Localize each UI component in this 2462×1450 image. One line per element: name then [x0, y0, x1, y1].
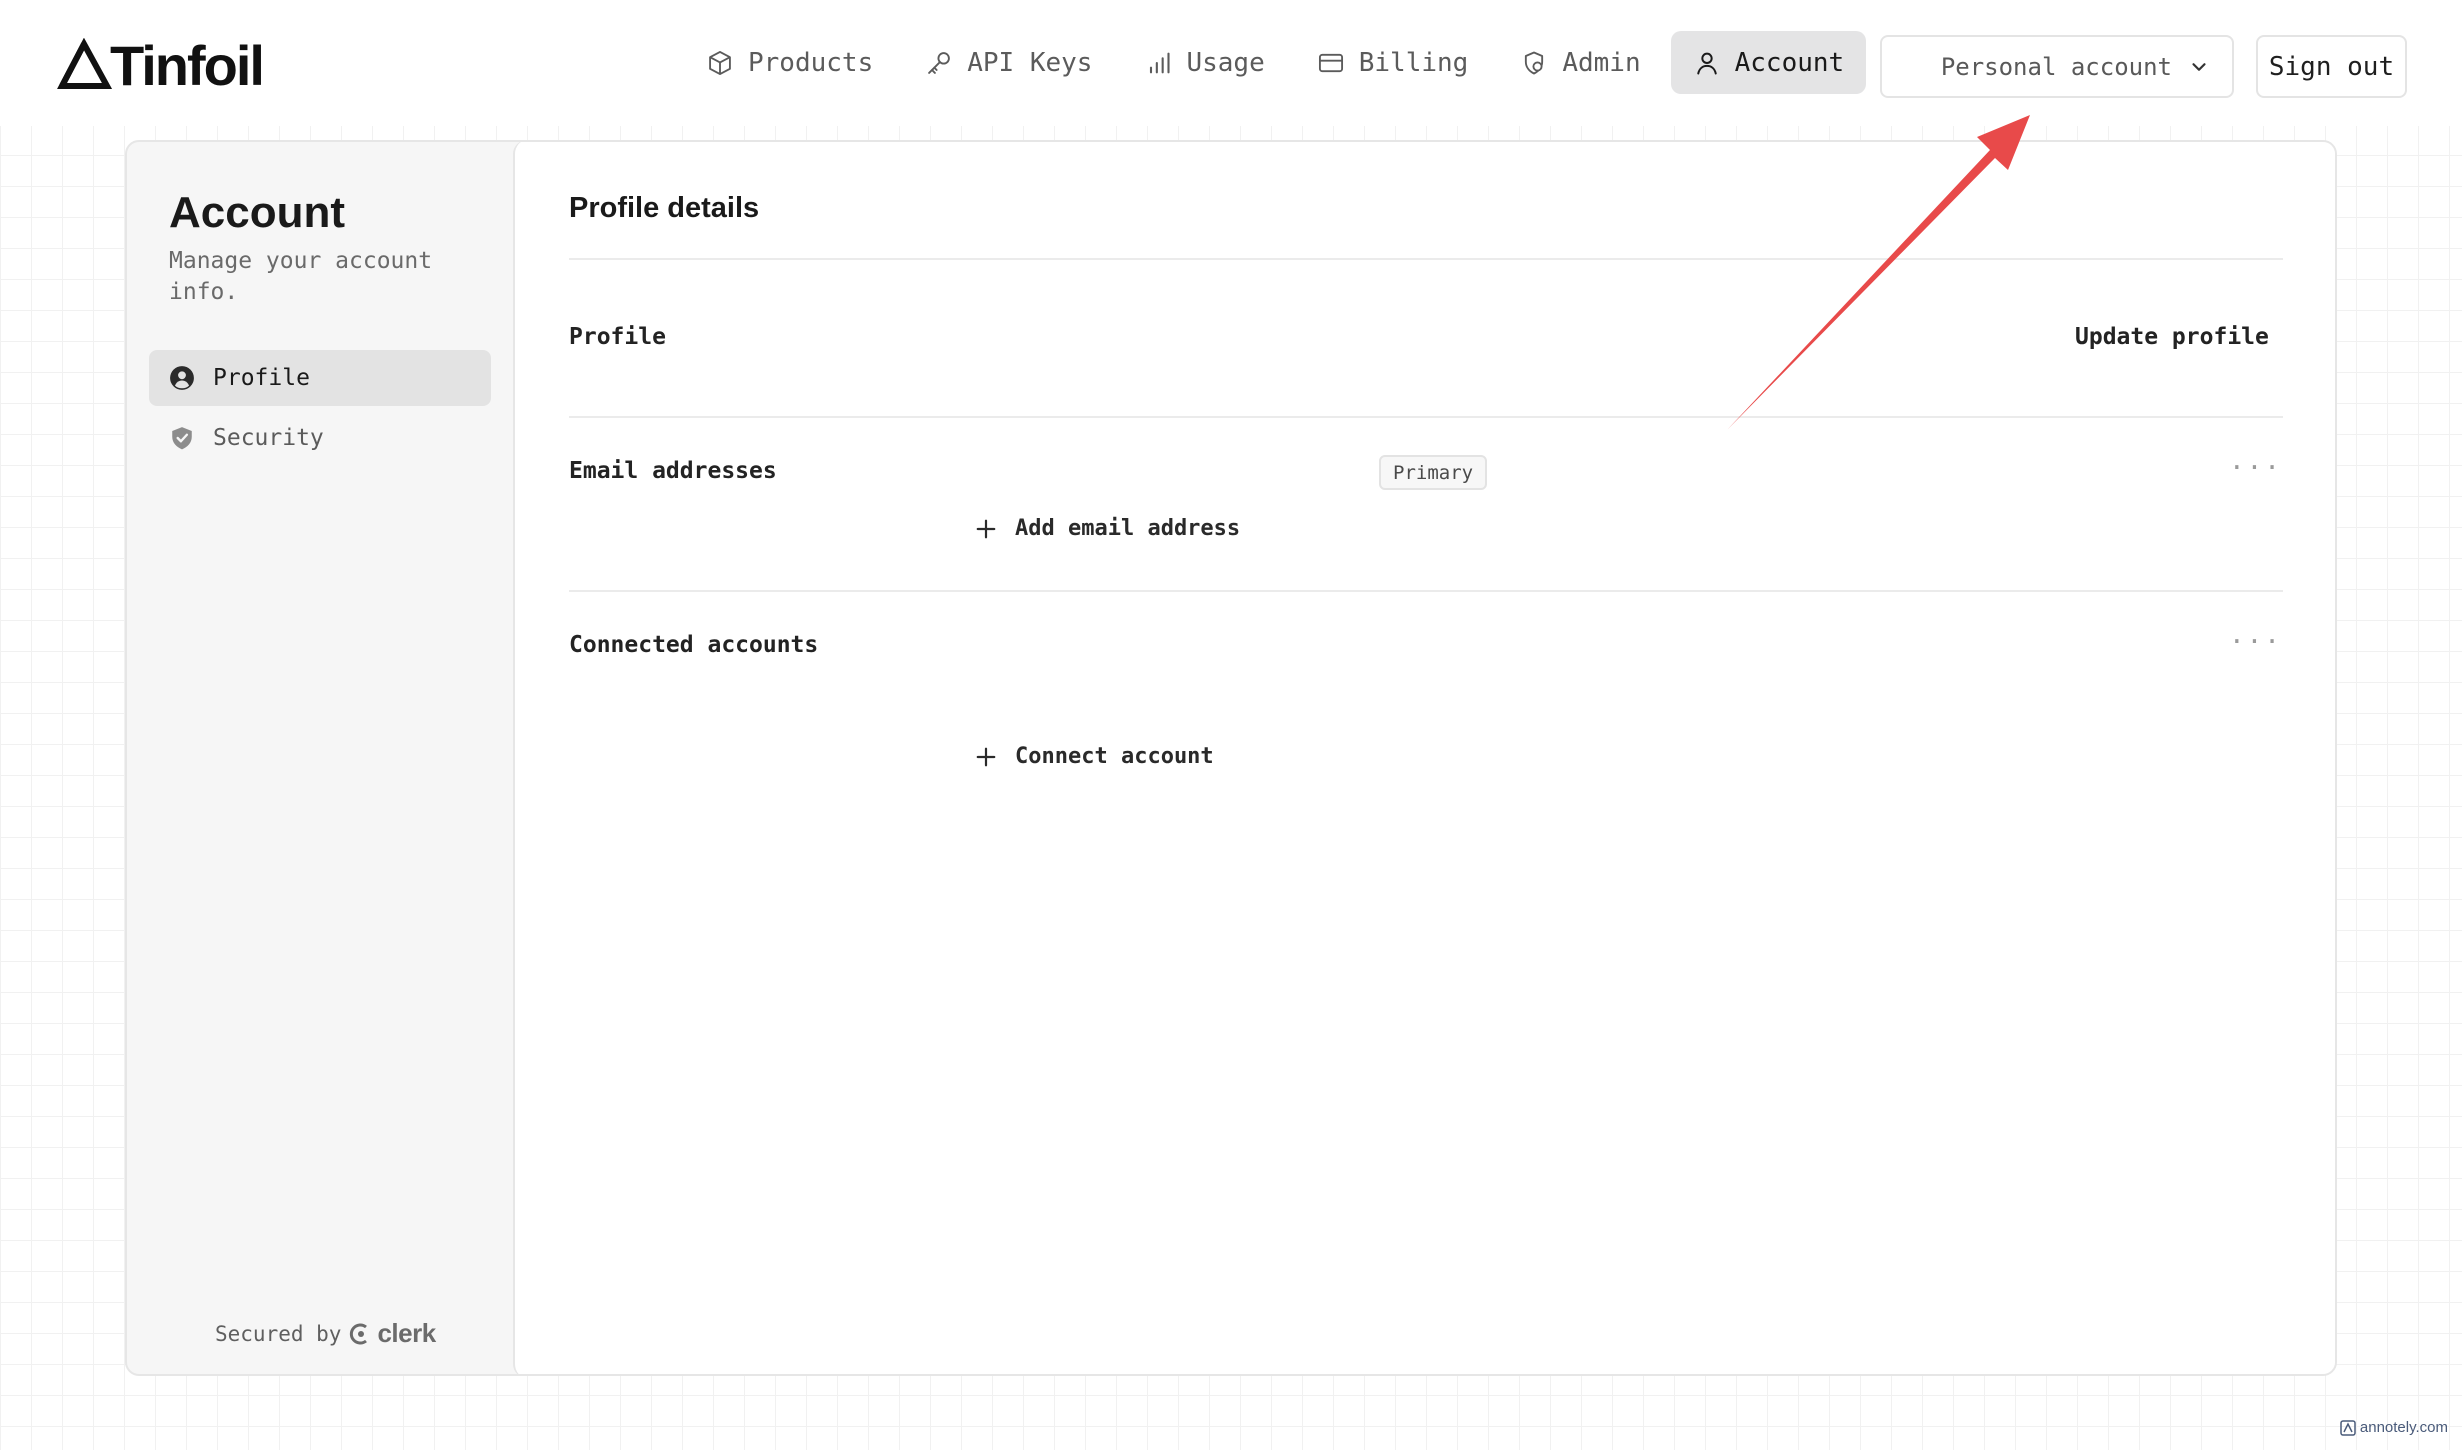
shield-check-icon [172, 427, 192, 450]
nav-products[interactable]: Products [684, 31, 895, 94]
shield-icon [1525, 51, 1544, 74]
brand-name: Tinfoil [110, 34, 265, 97]
account-switcher-value: Personal account [1940, 52, 2172, 81]
sidebar-subtitle: Manage your account info. [169, 248, 433, 305]
tinfoil-logo-icon [57, 38, 112, 89]
sidebar-item-profile[interactable]: Profile [149, 350, 491, 406]
account-card: Account Manage your account info. Profil… [125, 140, 2337, 1376]
plus-icon [976, 519, 996, 538]
annotely-watermark: annotely.com [2340, 1419, 2448, 1436]
top-header: Tinfoil Products API Keys Usage Billing [0, 0, 2462, 126]
box-icon [709, 50, 731, 75]
profile-details-panel: Profile details Profile Update profile E… [513, 142, 2335, 1374]
nav-api-keys[interactable]: API Keys [903, 31, 1114, 94]
nav-label: API Keys [967, 47, 1093, 78]
clerk-wordmark: clerk [377, 1318, 436, 1348]
nav-usage[interactable]: Usage [1122, 31, 1286, 94]
account-sidebar: Account Manage your account info. Profil… [127, 142, 513, 1374]
nav-label: Admin [1562, 47, 1641, 78]
plus-icon [976, 747, 996, 766]
connected-menu-button[interactable]: ··· [2229, 629, 2282, 655]
nav-label: Billing [1358, 47, 1469, 78]
nav-billing[interactable]: Billing [1295, 31, 1491, 94]
bar-chart-icon [1150, 52, 1171, 73]
connect-account-button[interactable]: Connect account [975, 744, 1214, 769]
key-icon [928, 51, 951, 74]
email-addresses-label: Email addresses [569, 458, 777, 484]
credit-card-icon [1318, 53, 1343, 72]
add-email-label: Add email address [1015, 516, 1241, 541]
divider [569, 258, 2283, 260]
main-nav: Products API Keys Usage Billing Admin Ac… [684, 31, 1867, 94]
nav-label: Products [748, 47, 874, 78]
user-icon [1696, 52, 1717, 74]
email-menu-button[interactable]: ··· [2229, 455, 2282, 481]
update-profile-button[interactable]: Update profile [2075, 324, 2269, 350]
sign-out-button[interactable]: Sign out [2256, 35, 2407, 98]
chevron-down-icon [2192, 62, 2206, 71]
clerk-mark-icon [350, 1323, 368, 1344]
clerk-logo: clerk [349, 1318, 436, 1349]
profile-row-label: Profile [569, 324, 666, 350]
sidebar-title: Account [169, 188, 345, 237]
nav-label: Account [1734, 47, 1845, 78]
page-title: Profile details [569, 192, 760, 224]
annotely-logo-icon [2340, 1419, 2356, 1436]
primary-badge: Primary [1379, 455, 1488, 490]
nav-account[interactable]: Account [1670, 31, 1867, 94]
user-circle-icon [170, 366, 194, 390]
divider [569, 590, 2283, 592]
connected-accounts-label: Connected accounts [569, 632, 819, 658]
connect-account-label: Connect account [1015, 744, 1214, 769]
add-email-button[interactable]: Add email address [975, 516, 1240, 541]
divider [569, 416, 2283, 418]
secured-by-footer[interactable]: Secured by clerk [215, 1318, 436, 1349]
secured-by-label: Secured by [215, 1321, 342, 1346]
sidebar-item-security[interactable]: Security [149, 410, 491, 466]
sidebar-item-label: Profile [213, 365, 310, 391]
nav-admin[interactable]: Admin [1498, 31, 1662, 94]
account-switcher[interactable]: Personal account [1880, 35, 2234, 98]
brand-logo[interactable]: Tinfoil [56, 34, 265, 97]
nav-label: Usage [1186, 47, 1265, 78]
sidebar-item-label: Security [213, 425, 324, 451]
watermark-text: annotely.com [2359, 1419, 2448, 1436]
